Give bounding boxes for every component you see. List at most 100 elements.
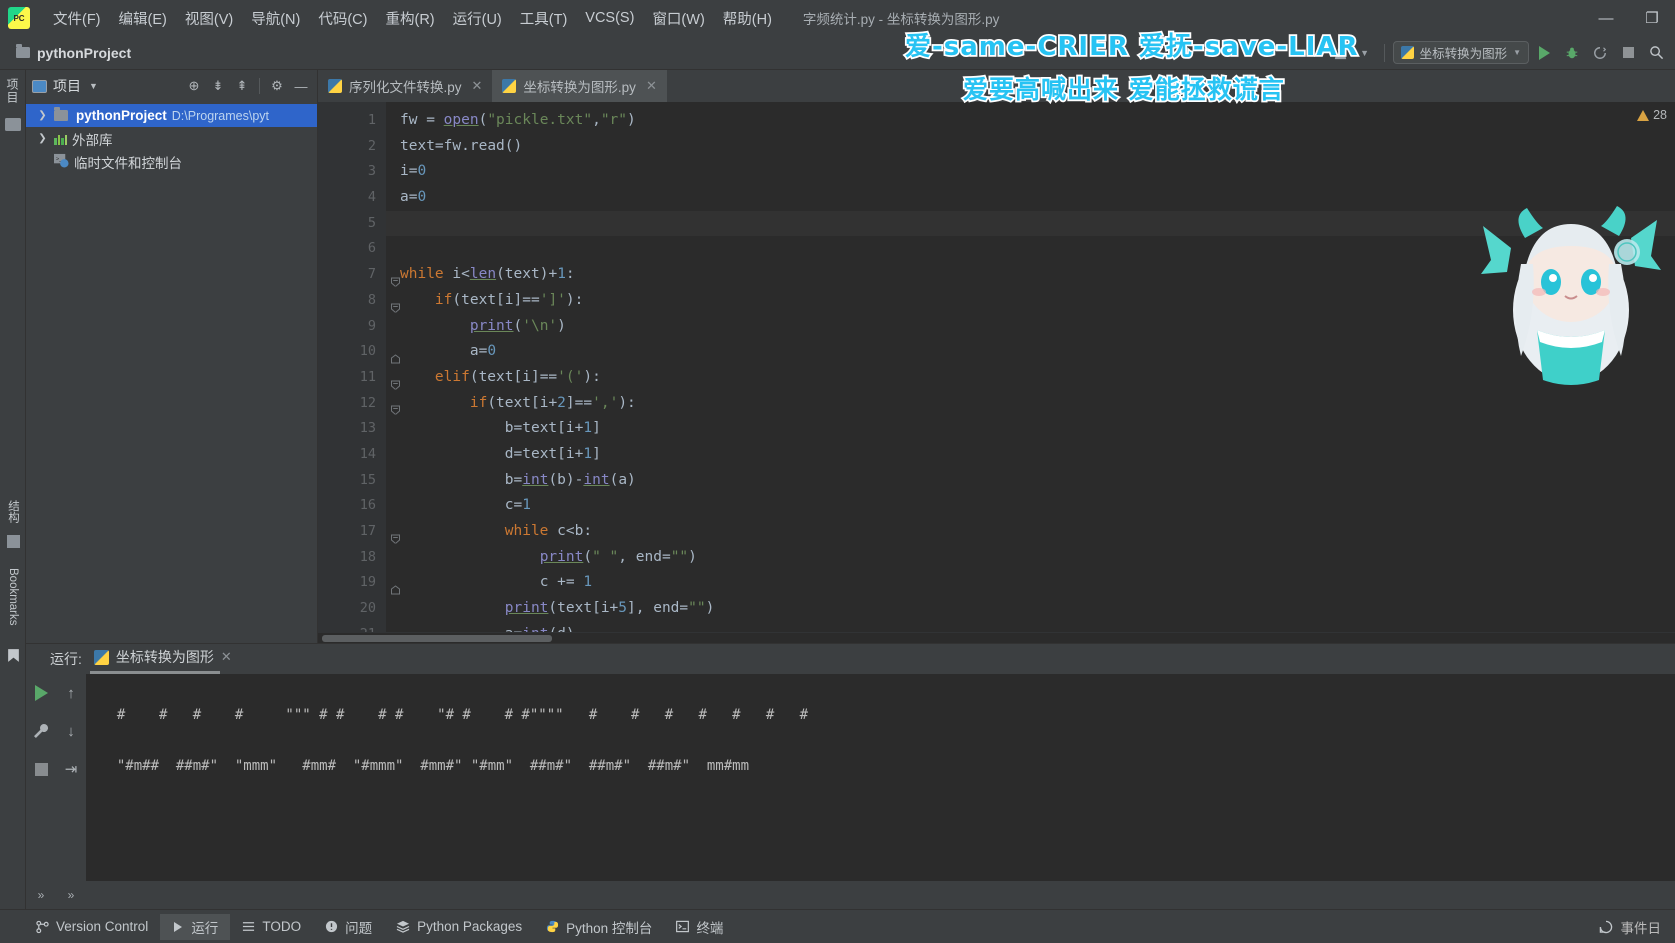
close-icon[interactable]: ✕ (646, 78, 657, 94)
statusbar-item-1[interactable]: 运行 (160, 913, 231, 940)
scroll-down-icon[interactable]: ↓ (60, 720, 82, 742)
code-line-7[interactable]: while i<len(text)+1: (386, 262, 1675, 288)
menu-item-8[interactable]: VCS(S) (576, 7, 643, 29)
statusbar-item-4[interactable]: Python Packages (384, 914, 534, 940)
stop-button[interactable] (30, 758, 52, 780)
scroll-up-icon[interactable]: ↑ (60, 682, 82, 704)
maximize-button[interactable]: ❐ (1629, 0, 1675, 36)
gutter-line-11[interactable]: 11 (318, 365, 400, 391)
gutter-line-2[interactable]: 2 (318, 134, 386, 160)
wrench-icon[interactable] (30, 720, 52, 742)
gutter-line-4[interactable]: 4 (318, 185, 386, 211)
gutter-line-5[interactable]: 5 (318, 211, 386, 237)
gutter-line-7[interactable]: 7 (318, 262, 400, 288)
code-line-18[interactable]: print(" ", end="") (386, 545, 1675, 571)
gutter-line-3[interactable]: 3 (318, 159, 386, 185)
minimize-button[interactable]: — (1583, 0, 1629, 36)
rerun-button[interactable] (30, 682, 52, 704)
run-console-output[interactable]: # # # # """ # # # # "# # # #"""" # # # #… (86, 674, 1675, 881)
collapse-all-icon[interactable]: ⇞ (232, 76, 252, 96)
code-line-6[interactable] (386, 236, 1675, 262)
menu-item-10[interactable]: 帮助(H) (714, 5, 781, 32)
code-line-20[interactable]: print(text[i+5], end="") (386, 596, 1675, 622)
gutter-line-19[interactable]: 19 (318, 570, 400, 596)
debug-icon[interactable] (1559, 40, 1585, 66)
code-line-13[interactable]: b=text[i+1] (386, 416, 1675, 442)
code-line-8[interactable]: if(text[i]==']'): (386, 288, 1675, 314)
project-files-icon[interactable] (4, 118, 21, 131)
event-log-icon[interactable] (1599, 920, 1613, 934)
gutter-line-6[interactable]: 6 (318, 236, 386, 262)
editor-horizontal-scrollbar[interactable] (318, 632, 1675, 643)
gutter-line-21[interactable]: 21 (318, 622, 386, 632)
sidebar-item-project[interactable]: 项目 (4, 78, 21, 104)
expand-all-icon[interactable]: ⇟ (208, 76, 228, 96)
code-line-10[interactable]: a=0 (386, 339, 1675, 365)
gutter-line-12[interactable]: 12 (318, 391, 400, 417)
chevron-down-icon[interactable]: ▼ (89, 81, 98, 91)
gutter-line-14[interactable]: 14 (318, 442, 386, 468)
statusbar-item-3[interactable]: 问题 (313, 914, 384, 940)
run-button[interactable] (1531, 40, 1557, 66)
editor-tab-0[interactable]: 序列化文件转换.py ✕ (318, 70, 493, 102)
editor-tab-1[interactable]: 坐标转换为图形.py ✕ (492, 70, 667, 102)
gutter-line-17[interactable]: 17 (318, 519, 400, 545)
bookmark-icon[interactable] (7, 648, 20, 663)
editor-gutter[interactable]: 12345678910111213141516171819202122 (318, 102, 400, 632)
tree-node-0[interactable]: ❯ pythonProject D:\Programes\pyt (26, 104, 317, 127)
scrollbar-thumb[interactable] (322, 635, 552, 642)
menu-item-4[interactable]: 代码(C) (309, 5, 376, 32)
sidebar-item-structure[interactable]: 结构 (5, 500, 21, 523)
gutter-line-8[interactable]: 8 (318, 288, 400, 314)
menu-item-0[interactable]: 文件(F) (44, 5, 110, 32)
menu-item-6[interactable]: 运行(U) (444, 5, 511, 32)
run-session-tab[interactable]: 坐标转换为图形 ✕ (89, 647, 232, 674)
hide-panel-icon[interactable]: — (291, 76, 311, 96)
inspection-status-badge[interactable]: 28 (1637, 108, 1667, 122)
soft-wrap-icon[interactable]: ⇥ (60, 758, 82, 780)
coverage-icon[interactable] (1587, 40, 1613, 66)
tree-arrow-icon[interactable]: ❯ (36, 133, 49, 144)
menu-item-2[interactable]: 视图(V) (176, 5, 242, 32)
locate-file-icon[interactable]: ⊕ (184, 76, 204, 96)
gutter-line-16[interactable]: 16 (318, 493, 386, 519)
search-icon[interactable] (1643, 40, 1669, 66)
statusbar-item-0[interactable]: Version Control (24, 914, 160, 940)
code-line-2[interactable]: text=fw.read() (386, 134, 1675, 160)
gutter-line-13[interactable]: 13 (318, 416, 386, 442)
gutter-line-20[interactable]: 20 (318, 596, 386, 622)
tree-node-2[interactable]: >_ 临时文件和控制台 (26, 150, 317, 173)
structure-icon[interactable] (6, 535, 20, 548)
code-line-17[interactable]: while c<b: (386, 519, 1675, 545)
code-line-15[interactable]: b=int(b)-int(a) (386, 468, 1675, 494)
run-configuration-selector[interactable]: 坐标转换为图形 ▼ (1392, 41, 1529, 64)
expand-left-icon[interactable]: » (26, 888, 56, 902)
code-line-4[interactable]: a=0 (386, 185, 1675, 211)
gutter-line-9[interactable]: 9 (318, 314, 386, 340)
code-line-9[interactable]: print('\n') (386, 314, 1675, 340)
editor-code[interactable]: fw = open("pickle.txt","r") text=fw.read(… (386, 102, 1675, 632)
statusbar-item-5[interactable]: Python 控制台 (534, 914, 664, 940)
menu-item-1[interactable]: 编辑(E) (110, 5, 176, 32)
code-line-19[interactable]: c += 1 (386, 570, 1675, 596)
avatar-dropdown-icon[interactable]: ▼ (1354, 42, 1376, 64)
tree-arrow-icon[interactable]: ❯ (36, 110, 49, 121)
settings-gear-icon[interactable]: ⚙ (267, 76, 287, 96)
statusbar-item-2[interactable]: TODO (230, 914, 313, 940)
menu-item-7[interactable]: 工具(T) (511, 5, 577, 32)
menu-item-5[interactable]: 重构(R) (376, 5, 443, 32)
menu-item-3[interactable]: 导航(N) (242, 5, 309, 32)
menu-item-9[interactable]: 窗口(W) (643, 5, 713, 32)
gutter-line-15[interactable]: 15 (318, 468, 386, 494)
close-icon[interactable]: ✕ (472, 78, 483, 94)
gutter-line-10[interactable]: 10 (318, 339, 400, 365)
gutter-line-18[interactable]: 18 (318, 545, 386, 571)
stop-button[interactable] (1615, 40, 1641, 66)
code-line-21[interactable]: a=int(d) (386, 622, 1675, 632)
code-line-3[interactable]: i=0 (386, 159, 1675, 185)
gutter-line-1[interactable]: 1 (318, 108, 386, 134)
close-icon[interactable]: ✕ (221, 649, 232, 665)
avatar-icon[interactable] (1330, 42, 1352, 64)
tree-node-1[interactable]: ❯ 外部库 (26, 127, 317, 150)
code-line-16[interactable]: c=1 (386, 493, 1675, 519)
